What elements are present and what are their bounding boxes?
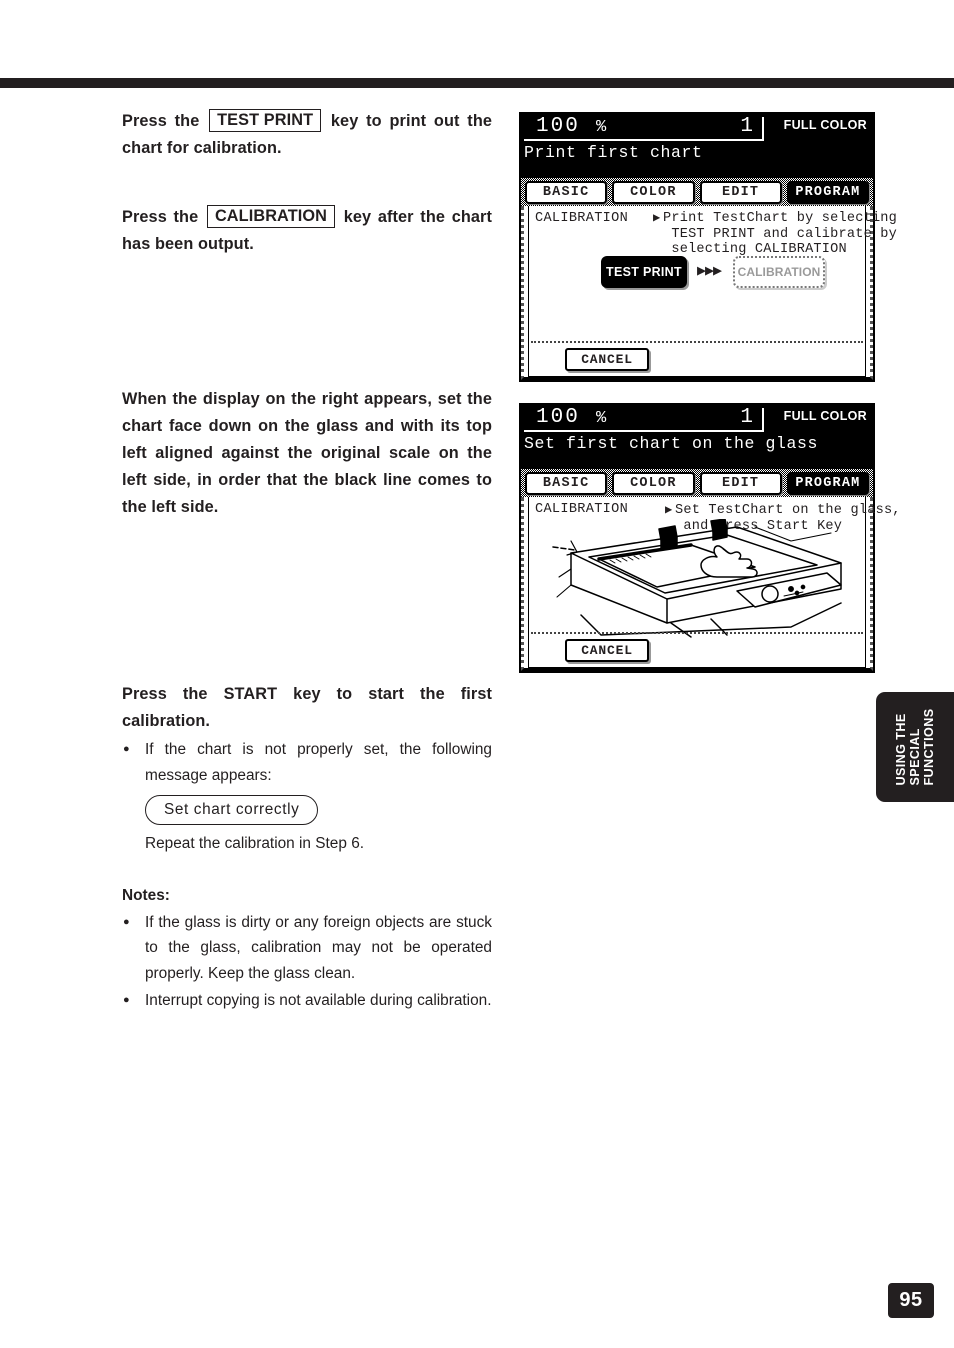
instruction-text: Print TestChart by selecting TEST PRINT … — [663, 211, 898, 257]
tab-color-label: COLOR — [630, 475, 677, 491]
pointer-arrow-icon: ▶ — [665, 503, 673, 517]
calibration-button[interactable]: CALIBRATION — [733, 256, 825, 288]
side-tab-line-3: FUNCTIONS — [922, 708, 936, 786]
function-name-label: CALIBRATION — [535, 502, 629, 517]
test-print-button[interactable]: TEST PRINT — [601, 256, 687, 288]
tab-program[interactable]: PROGRAM — [786, 181, 869, 204]
tab-color[interactable]: COLOR — [612, 181, 695, 204]
step-4-paragraph: Press the START key to start the first c… — [122, 685, 492, 730]
cancel-button-label: CANCEL — [581, 352, 633, 367]
copy-count-value: 1 — [740, 406, 753, 429]
cancel-button[interactable]: CANCEL — [565, 348, 649, 371]
calibration-key-reference: CALIBRATION — [206, 205, 335, 228]
step-1-prefix: Press the — [122, 112, 200, 130]
lcd-status-header: 100 % 1 FULL COLOR Print first chart — [521, 114, 873, 178]
tab-color-label: COLOR — [630, 184, 677, 200]
percent-symbol: % — [596, 409, 607, 428]
step-3-paragraph: When the display on the right appears, s… — [122, 390, 492, 516]
list-item: If the glass is dirty or any foreign obj… — [122, 909, 492, 987]
zoom-ratio-value: 100 — [536, 115, 580, 138]
zoom-ratio-field: 100 % 1 — [524, 115, 764, 141]
tab-color[interactable]: COLOR — [612, 472, 695, 495]
lcd-status-header: 100 % 1 FULL COLOR Set first chart on th… — [521, 405, 873, 469]
tab-program-label: PROGRAM — [795, 184, 861, 200]
function-name-label: CALIBRATION — [535, 211, 629, 226]
divider — [531, 341, 863, 343]
tab-basic[interactable]: BASIC — [525, 472, 608, 495]
lcd-content-area: CALIBRATION ▶ Set TestChart on the glass… — [521, 497, 900, 671]
zoom-ratio-field: 100 % 1 — [524, 406, 764, 432]
copy-count-value: 1 — [740, 115, 753, 138]
percent-symbol: % — [596, 118, 607, 137]
side-tab-line-1: USING THE — [894, 713, 908, 786]
lcd-content-area: CALIBRATION ▶ Print TestChart by selecti… — [521, 206, 897, 380]
triple-arrow-icon: ▶▶▶ — [697, 263, 722, 280]
color-mode-label: FULL COLOR — [783, 409, 867, 423]
tab-program[interactable]: PROGRAM — [786, 472, 869, 495]
step-1-paragraph: Press the TEST PRINT key to print out th… — [122, 108, 492, 162]
instruction-column: Press the TEST PRINT key to print out th… — [122, 108, 492, 1014]
tab-edit-label: EDIT — [722, 184, 760, 200]
section-side-tab-text: USING THE SPECIAL FUNCTIONS — [894, 708, 936, 785]
lcd-tab-bar: BASIC COLOR EDIT PROGRAM — [521, 178, 873, 206]
lcd-panel-set-chart-on-glass: 100 % 1 FULL COLOR Set first chart on th… — [519, 403, 900, 673]
zoom-ratio-value: 100 — [536, 406, 580, 429]
side-tab-line-2: SPECIAL — [908, 728, 922, 786]
tab-program-label: PROGRAM — [795, 475, 861, 491]
page-number-badge: 95 — [888, 1283, 934, 1318]
lcd-panel-print-first-chart: 100 % 1 FULL COLOR Print first chart BAS… — [519, 112, 897, 382]
tab-edit[interactable]: EDIT — [699, 472, 782, 495]
tab-basic[interactable]: BASIC — [525, 181, 608, 204]
header-rule — [0, 78, 954, 88]
list-item: Interrupt copying is not available durin… — [122, 987, 492, 1013]
lcd-status-message: Set first chart on the glass — [524, 434, 819, 453]
section-side-tab: USING THE SPECIAL FUNCTIONS — [876, 692, 954, 802]
tab-basic-label: BASIC — [542, 184, 590, 200]
copier-glass-illustration — [552, 519, 842, 638]
test-print-button-label: TEST PRINT — [606, 265, 682, 279]
notes-heading: Notes: — [122, 886, 170, 904]
lcd-status-message: Print first chart — [524, 143, 703, 162]
lcd-tab-bar: BASIC COLOR EDIT PROGRAM — [521, 469, 873, 497]
tab-edit-label: EDIT — [722, 475, 760, 491]
color-mode-label: FULL COLOR — [783, 118, 867, 132]
tab-basic-label: BASIC — [542, 475, 590, 491]
tab-edit[interactable]: EDIT — [699, 181, 782, 204]
step-4-followup: Repeat the calibration in Step 6. — [145, 835, 365, 852]
step-2-prefix: Press the — [122, 208, 199, 226]
calibration-button-label: CALIBRATION — [737, 265, 821, 279]
divider — [531, 632, 863, 634]
pointer-arrow-icon: ▶ — [653, 211, 661, 225]
lcd-content-frame: CALIBRATION ▶ Print TestChart by selecti… — [528, 206, 897, 377]
test-print-key-reference: TEST PRINT — [209, 109, 322, 132]
step-4-bullets: If the chart is not properly set, the fo… — [122, 736, 492, 788]
list-item: If the chart is not properly set, the fo… — [122, 736, 492, 788]
notes-list: If the glass is dirty or any foreign obj… — [122, 909, 492, 1014]
cancel-button-label: CANCEL — [581, 643, 633, 658]
cancel-button[interactable]: CANCEL — [565, 639, 649, 662]
step-2-paragraph: Press the CALIBRATION key after the char… — [122, 204, 492, 258]
error-message-box: Set chart correctly — [145, 795, 319, 825]
page-number: 95 — [899, 1289, 923, 1311]
lcd-content-frame: CALIBRATION ▶ Set TestChart on the glass… — [528, 497, 900, 668]
